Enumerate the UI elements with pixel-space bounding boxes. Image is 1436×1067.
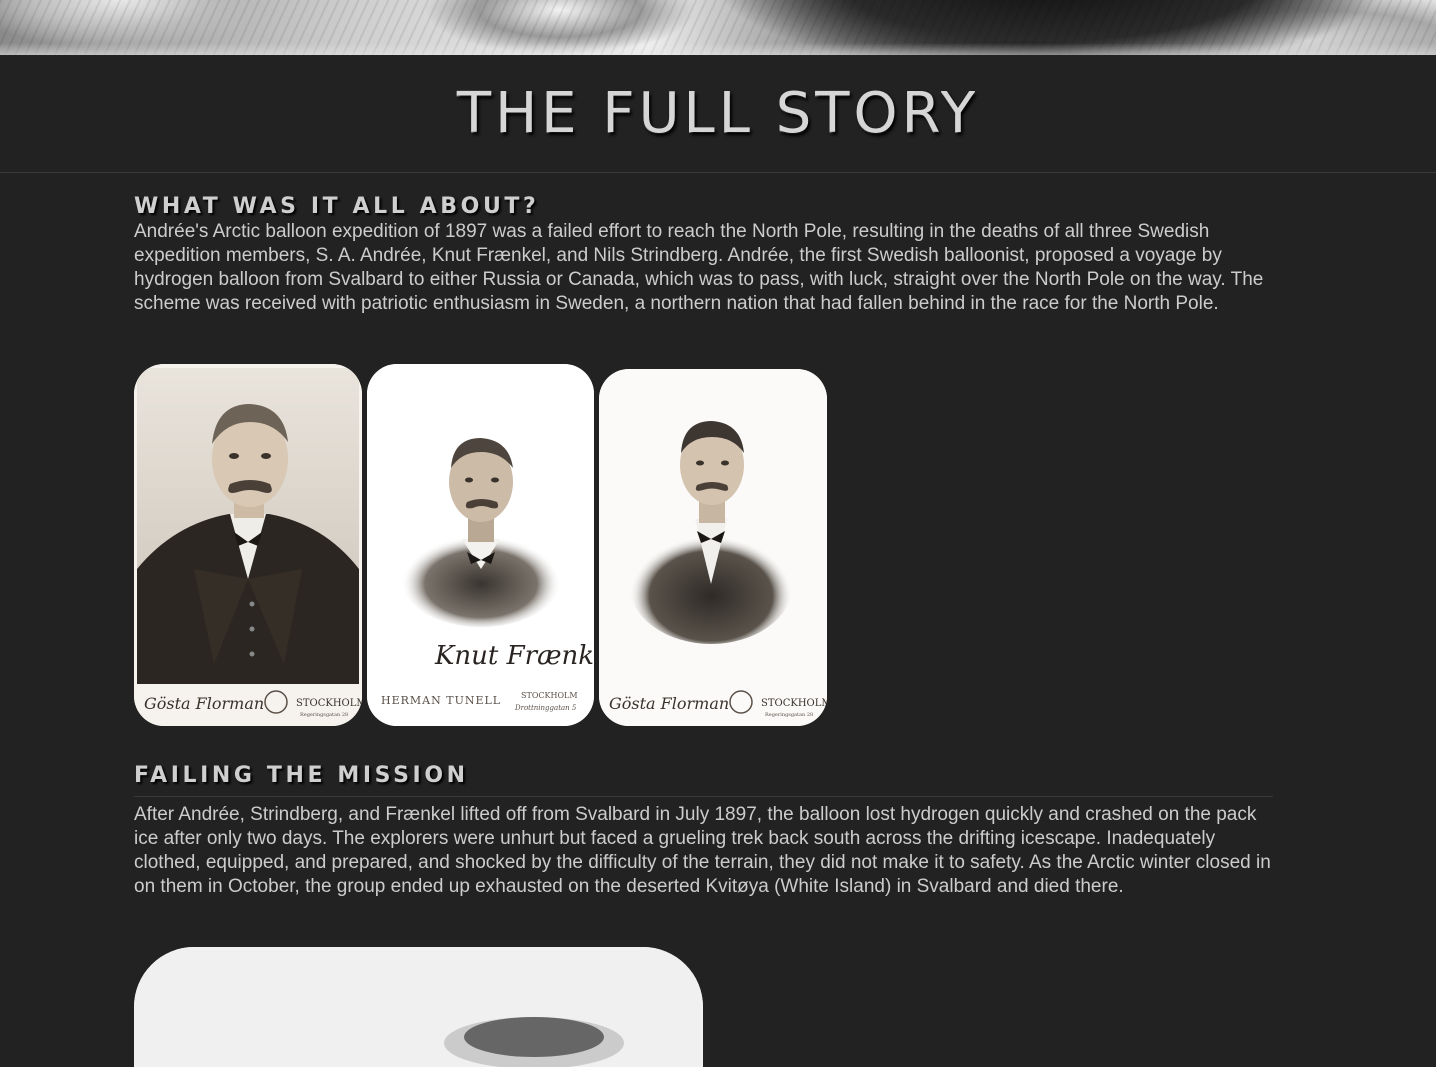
page-header: THE FULL STORY bbox=[0, 55, 1436, 173]
section-heading-failing: FAILING THE MISSION bbox=[134, 763, 469, 788]
section-text-about: Andrée's Arctic balloon expedition of 18… bbox=[134, 221, 1264, 314]
svg-text:Regeringsgatan 28: Regeringsgatan 28 bbox=[300, 712, 348, 718]
svg-text:Gösta Florman: Gösta Florman bbox=[144, 694, 264, 713]
svg-text:STOCKHOLM: STOCKHOLM bbox=[761, 698, 827, 709]
section-text-failing: After Andrée, Strindberg, and Frænkel li… bbox=[134, 804, 1271, 897]
portrait-gallery: Gösta Florman STOCKHOLM Regeringsgatan 2… bbox=[134, 364, 834, 726]
svg-text:HERMAN TUNELL: HERMAN TUNELL bbox=[381, 694, 501, 707]
expedition-photo bbox=[134, 947, 703, 1067]
portrait-fraenkel: Knut Frænkel HERMAN TUNELL STOCKHOLM Dro… bbox=[367, 364, 594, 726]
portrait-andree: Gösta Florman STOCKHOLM Regeringsgatan 2… bbox=[134, 364, 362, 726]
svg-text:STOCKHOLM: STOCKHOLM bbox=[296, 698, 362, 709]
svg-text:Regeringsgatan 28: Regeringsgatan 28 bbox=[765, 712, 813, 718]
page-title: THE FULL STORY bbox=[456, 81, 980, 146]
portrait-strindberg: Gösta Florman STOCKHOLM Regeringsgatan 2… bbox=[599, 369, 827, 726]
section-heading-about: WHAT WAS IT ALL ABOUT? bbox=[134, 194, 540, 219]
section-divider bbox=[134, 796, 1273, 797]
svg-text:Drottninggatan 5: Drottninggatan 5 bbox=[514, 704, 577, 712]
svg-text:STOCKHOLM: STOCKHOLM bbox=[521, 691, 578, 700]
svg-text:Gösta Florman: Gösta Florman bbox=[609, 694, 729, 713]
hero-image bbox=[0, 0, 1436, 55]
svg-text:Knut Frænkel: Knut Frænkel bbox=[434, 641, 594, 671]
